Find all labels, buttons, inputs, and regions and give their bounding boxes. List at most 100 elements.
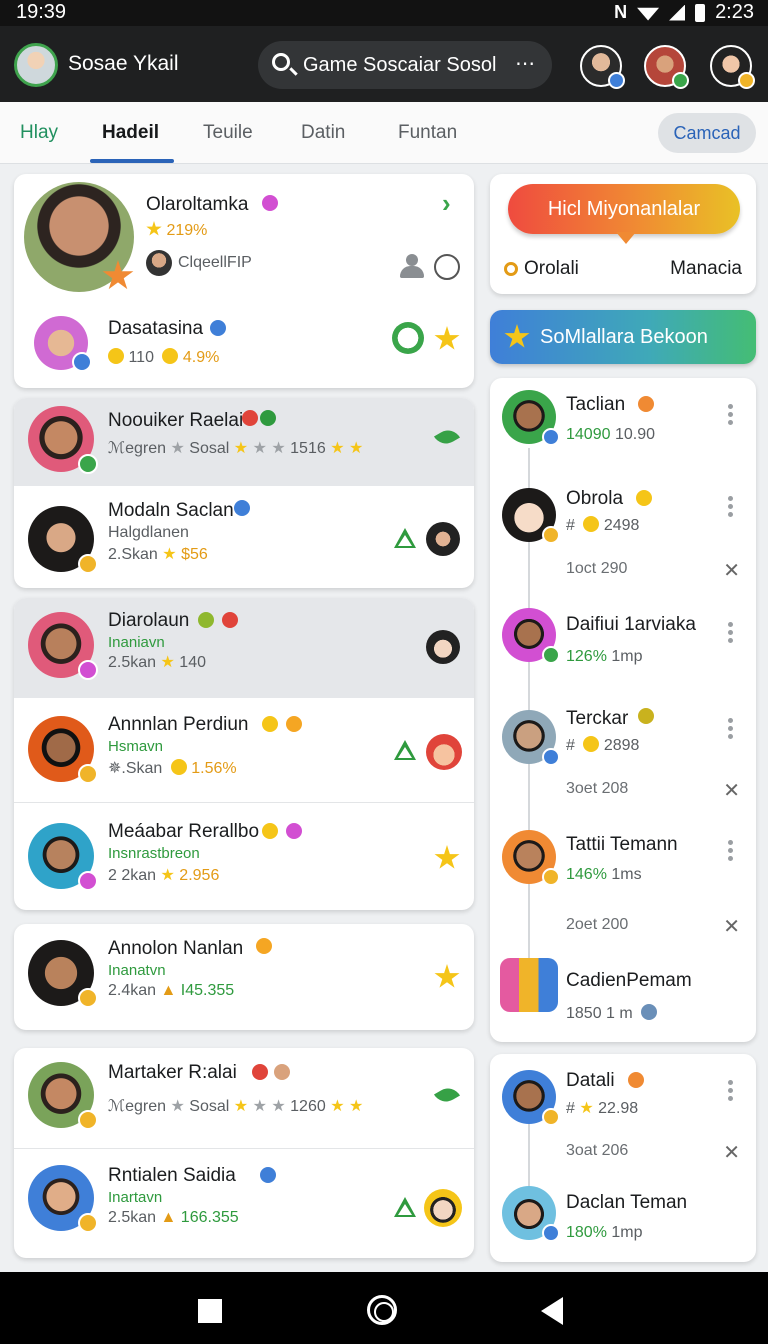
search-icon [272,53,290,71]
avatar[interactable] [502,390,560,446]
user-stats: ℳegren ★ Sosal ★ ★ ★ 1260 ★ ★ [108,1098,364,1115]
avatar[interactable] [28,1165,98,1233]
promo-left-label[interactable]: Orolali [524,258,579,280]
featured-avatar[interactable] [24,182,134,292]
bloom-button[interactable]: SoMlallara Bekoon [490,310,756,364]
leaf-icon[interactable] [433,425,461,449]
close-icon[interactable]: ✕ [723,778,740,803]
user-name[interactable]: Diarolaun [108,610,189,632]
emoji-icon [636,490,652,506]
user-name[interactable]: Tattii Temann [566,834,678,856]
user-name[interactable]: Modaln Saclan [108,500,234,522]
avatar[interactable] [28,506,98,574]
kebab-menu-icon[interactable] [728,1080,734,1102]
star-icon[interactable] [434,326,460,350]
avatar[interactable] [28,1062,98,1130]
tab-datin[interactable]: Datin [301,122,345,144]
kebab-menu-icon[interactable] [728,622,734,644]
featured-name[interactable]: Olaroltamka [146,194,248,216]
cancel-button[interactable]: Camcad [658,113,756,153]
user-stats: ✵.Skan 1.56% [108,759,237,777]
close-icon[interactable]: ✕ [723,558,740,583]
profile-avatar[interactable] [14,43,58,87]
close-icon[interactable]: ✕ [723,914,740,939]
avatar[interactable] [28,823,98,891]
triangle-icon[interactable] [394,1197,416,1217]
avatar[interactable] [502,710,560,766]
face-icon [426,630,460,664]
tab-teuile[interactable]: Teuile [203,122,253,144]
timeline-line [528,1124,530,1194]
promo-right-label[interactable]: Manacia [670,258,742,280]
user-name[interactable]: Taclian [566,394,625,416]
emoji-icon [162,348,179,364]
list-item[interactable]: Martaker R:alai ℳegren ★ Sosal ★ ★ ★ 126… [14,1048,474,1148]
user-name[interactable]: Datali [566,1070,615,1092]
face-icon [426,734,462,770]
star-icon[interactable] [434,964,460,988]
user-name[interactable]: Daifiui 1arviaka [566,614,696,636]
user-sub: Halgdlanen [108,524,189,541]
timestamp: 3oat 206 [566,1142,629,1159]
list-item[interactable]: Annnlan Perdiun Hsmavn ✵.Skan 1.56% [14,698,474,802]
timestamp: 1oct 290 [566,560,628,577]
tab-funtan[interactable]: Funtan [398,122,457,144]
user-name[interactable]: Dasatasina [108,318,203,340]
avatar[interactable] [502,488,560,544]
star-icon[interactable] [434,845,460,869]
badge-icon [78,1110,98,1130]
user-name[interactable]: Terckar [566,708,628,730]
more-icon[interactable]: ⋯ [515,51,536,76]
triangle-icon[interactable] [394,528,416,548]
avatar[interactable] [502,1186,560,1242]
avatar[interactable] [502,1070,560,1126]
leaf-icon[interactable] [433,1083,461,1107]
add-friend-icon[interactable] [398,254,424,278]
triangle-icon[interactable] [394,740,416,760]
header-avatar-1[interactable] [580,45,625,89]
user-name[interactable]: Martaker R:alai [108,1062,237,1084]
kebab-menu-icon[interactable] [728,496,734,518]
user-name[interactable]: Annnlan Perdiun [108,714,249,736]
back-button[interactable] [541,1297,563,1325]
avatar[interactable] [502,608,560,664]
chevron-right-icon[interactable]: › [442,188,451,219]
user-name[interactable]: Daclan Teman [566,1192,687,1214]
list-item[interactable]: Noouiker Raelai ℳegren ★ Sosal ★ ★ ★ 151… [14,398,474,486]
user-name[interactable]: Obrola [566,488,623,510]
tab-hadeil[interactable]: Hadeil [102,122,159,144]
avatar[interactable] [502,830,560,886]
list-item[interactable]: Meáabar Rerallbo Insnrastbreon 2 2kan ★ … [14,803,474,910]
avatar[interactable] [28,406,98,474]
close-icon[interactable]: ✕ [723,1140,740,1165]
list-item[interactable]: Annolon Nanlan Inanatvn 2.4kan ▲ I45.355 [14,924,474,1030]
tab-hlay[interactable]: Hlay [20,122,58,144]
user-name[interactable]: Annolon Nanlan [108,938,243,960]
list-item[interactable]: Rntialen Saidia Inartavn 2.5kan ▲ 166.35… [14,1149,474,1258]
promo-pill[interactable]: Hicl Miyonanlalar [508,184,740,244]
user-name[interactable]: Rntialen Saidia [108,1165,236,1187]
verified-icon [260,410,276,426]
friend-list-card-c: Annolon Nanlan Inanatvn 2.4kan ▲ I45.355 [14,924,474,1030]
header-avatar-2[interactable] [644,45,689,89]
avatar[interactable] [28,940,98,1008]
friend-list-card-b: Diarolaun Inaniavn 2.5kan ★ 140 Annnlan … [14,598,474,910]
home-button[interactable] [367,1295,397,1325]
search-bar[interactable]: Game Soscaiar Sosol ⋯ [258,41,552,89]
user-name[interactable]: Noouiker Raelai [108,410,243,432]
verified-icon [198,612,214,628]
kebab-menu-icon[interactable] [728,718,734,740]
user-name[interactable]: Meáabar Rerallbo [108,821,259,843]
kebab-menu-icon[interactable] [728,840,734,862]
avatar[interactable] [34,316,92,372]
kebab-menu-icon[interactable] [728,404,734,426]
select-circle-icon[interactable] [434,254,460,280]
recents-button[interactable] [198,1299,222,1323]
right-list-card: Taclian 14090 10.90 Obrola # 2498 1oct 2… [490,378,756,1042]
user-name[interactable]: CadienPemam [566,970,692,992]
header-avatar-3[interactable] [710,45,755,89]
avatar[interactable] [28,612,98,680]
list-item[interactable]: Diarolaun Inaniavn 2.5kan ★ 140 [14,598,474,698]
avatar[interactable] [28,716,98,784]
list-item[interactable]: Modaln Saclan Halgdlanen 2.Skan ★ $56 [14,486,474,588]
